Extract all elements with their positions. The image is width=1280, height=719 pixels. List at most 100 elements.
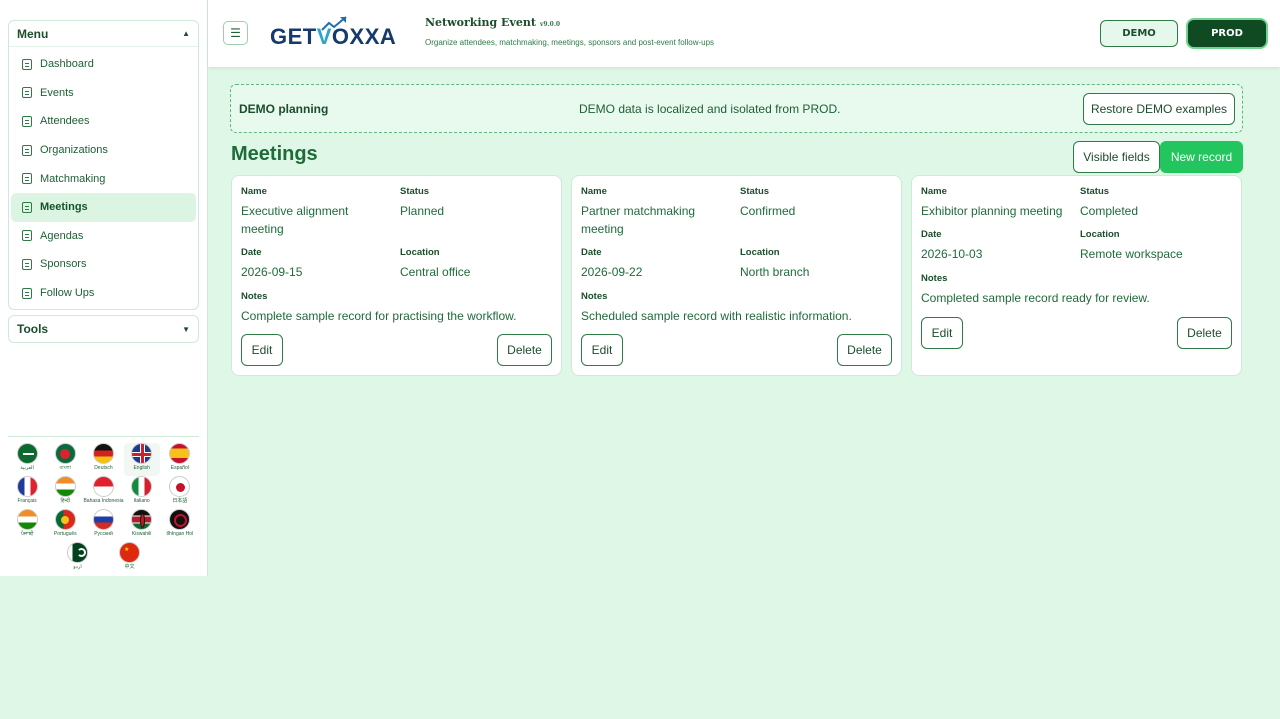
menu-panel: Menu ▲ Dashboard Events Attendees Organi… xyxy=(8,20,199,310)
sidebar-item-organizations[interactable]: Organizations xyxy=(11,136,196,165)
record-card: Name Exhibitor planning meeting Status C… xyxy=(911,175,1242,376)
collapse-menu-icon: ☰ xyxy=(230,26,241,40)
delete-button[interactable]: Delete xyxy=(837,334,892,366)
sidebar-item-label: Sponsors xyxy=(40,258,87,271)
edit-button[interactable]: Edit xyxy=(921,317,963,349)
russia-flag-icon xyxy=(92,509,114,530)
location-field: Location Remote workspace xyxy=(1080,229,1183,261)
spain-flag-icon xyxy=(169,443,191,464)
sidebar-item-label: Dashboard xyxy=(40,58,94,71)
language-arabic[interactable]: العربية xyxy=(9,443,45,476)
demo-env-button[interactable]: DEMO xyxy=(1100,20,1178,47)
sidebar-item-agendas[interactable]: Agendas xyxy=(11,222,196,251)
location-field: Location Central office xyxy=(400,247,471,279)
sidebar-item-attendees[interactable]: Attendees xyxy=(11,107,196,136)
sidebar-item-sponsors[interactable]: Sponsors xyxy=(11,250,196,279)
edit-button[interactable]: Edit xyxy=(241,334,283,366)
france-flag-icon xyxy=(16,476,38,497)
list-icon xyxy=(22,58,32,70)
new-record-button[interactable]: New record xyxy=(1160,141,1243,173)
demo-banner: DEMO planning DEMO data is localized and… xyxy=(230,84,1243,133)
language-spanish[interactable]: Español xyxy=(162,443,198,476)
visible-fields-button[interactable]: Visible fields xyxy=(1073,141,1160,173)
sidebar-item-label: Meetings xyxy=(40,201,88,214)
tools-header[interactable]: Tools ▼ xyxy=(9,316,198,342)
list-icon xyxy=(22,287,32,299)
sidebar-item-meetings[interactable]: Meetings xyxy=(11,192,196,222)
kenya-flag-icon xyxy=(131,509,153,530)
language-french[interactable]: Français xyxy=(9,476,45,509)
language-punjabi[interactable]: ਪੰਜਾਬੀ xyxy=(9,509,45,542)
collapse-sidebar-button[interactable]: ☰ xyxy=(223,21,248,45)
pakistan-flag-icon xyxy=(67,542,88,563)
date-field: Date 2026-09-22 xyxy=(581,247,643,279)
restore-demo-button[interactable]: Restore DEMO examples xyxy=(1083,93,1235,125)
banner-message: DEMO data is localized and isolated from… xyxy=(579,102,841,116)
language-hindi[interactable]: हिन्दी xyxy=(47,476,83,509)
bangladesh-flag-icon xyxy=(54,443,76,464)
status-field: Status Planned xyxy=(400,186,445,218)
language-urdu[interactable]: اردو xyxy=(60,542,96,575)
edit-button[interactable]: Edit xyxy=(581,334,623,366)
name-field: Name Exhibitor planning meeting xyxy=(921,186,1063,218)
indonesia-flag-icon xyxy=(92,476,114,497)
app-version: v9.0.0 xyxy=(539,21,561,28)
top-header: ☰ GETVOXXA Networking Event v9.0.0 Organi… xyxy=(208,0,1280,67)
language-japanese[interactable]: 日本語 xyxy=(162,476,198,509)
status-field: Status Completed xyxy=(1080,186,1139,218)
language-russian[interactable]: Русский xyxy=(85,509,121,542)
language-portuguese[interactable]: Português xyxy=(47,509,83,542)
app-subtitle: Organize attendees, matchmaking, meeting… xyxy=(425,38,715,47)
list-icon xyxy=(22,201,32,213)
page-title: Meetings xyxy=(231,143,318,165)
app-title: Networking Event v9.0.0 xyxy=(425,16,561,29)
tools-panel[interactable]: Tools ▼ xyxy=(8,315,199,343)
logo-arrow-icon xyxy=(321,16,347,31)
language-chinese[interactable]: ★ 中文 xyxy=(112,542,148,575)
portugal-flag-icon xyxy=(54,509,76,530)
italy-flag-icon xyxy=(131,476,153,497)
list-icon xyxy=(22,87,32,99)
sidebar-item-matchmaking[interactable]: Matchmaking xyxy=(11,164,196,193)
india-flag-icon xyxy=(16,509,38,530)
menu-header[interactable]: Menu ▲ xyxy=(9,21,198,47)
language-klingon[interactable]: tlhIngan Hol xyxy=(162,509,198,542)
sidebar-item-label: Agendas xyxy=(40,229,84,242)
record-card: Name Partner matchmaking meeting Status … xyxy=(571,175,902,376)
language-english[interactable]: English xyxy=(123,443,160,476)
sidebar-item-label: Organizations xyxy=(40,144,108,157)
sidebar-item-follow-ups[interactable]: Follow Ups xyxy=(11,279,196,308)
notes-field: Notes Scheduled sample record with reali… xyxy=(581,291,852,323)
notes-field: Notes Complete sample record for practis… xyxy=(241,291,517,323)
date-field: Date 2026-10-03 xyxy=(921,229,983,261)
list-icon xyxy=(22,230,32,242)
tools-title: Tools xyxy=(17,322,49,336)
delete-button[interactable]: Delete xyxy=(1177,317,1232,349)
menu-title: Menu xyxy=(17,26,49,41)
list-icon xyxy=(22,258,32,270)
language-italian[interactable]: Italiano xyxy=(124,476,160,509)
language-bengali[interactable]: বাংলা xyxy=(47,443,83,476)
language-indonesian[interactable]: Bahasa Indonesia xyxy=(83,476,124,509)
banner-title: DEMO planning xyxy=(239,102,329,116)
sidebar-item-label: Matchmaking xyxy=(40,172,106,185)
sidebar-item-label: Events xyxy=(40,86,74,99)
sidebar-item-label: Follow Ups xyxy=(40,287,95,300)
sidebar-item-events[interactable]: Events xyxy=(11,79,196,108)
record-card: Name Executive alignment meeting Status … xyxy=(231,175,562,376)
sidebar-item-dashboard[interactable]: Dashboard xyxy=(11,50,196,79)
name-field: Name Partner matchmaking meeting xyxy=(581,186,696,236)
list-icon xyxy=(22,173,32,185)
india-flag-icon xyxy=(54,476,76,497)
status-field: Status Confirmed xyxy=(740,186,796,218)
sidebar: Menu ▲ Dashboard Events Attendees Organi… xyxy=(0,0,208,576)
list-icon xyxy=(22,115,32,127)
name-field: Name Executive alignment meeting xyxy=(241,186,349,236)
united-kingdom-flag-icon xyxy=(131,443,153,464)
germany-flag-icon xyxy=(92,443,114,464)
prod-env-button[interactable]: PROD xyxy=(1188,20,1266,47)
delete-button[interactable]: Delete xyxy=(497,334,552,366)
language-swahili[interactable]: Kiswahili xyxy=(124,509,160,542)
language-german[interactable]: Deutsch xyxy=(85,443,121,476)
date-field: Date 2026-09-15 xyxy=(241,247,303,279)
